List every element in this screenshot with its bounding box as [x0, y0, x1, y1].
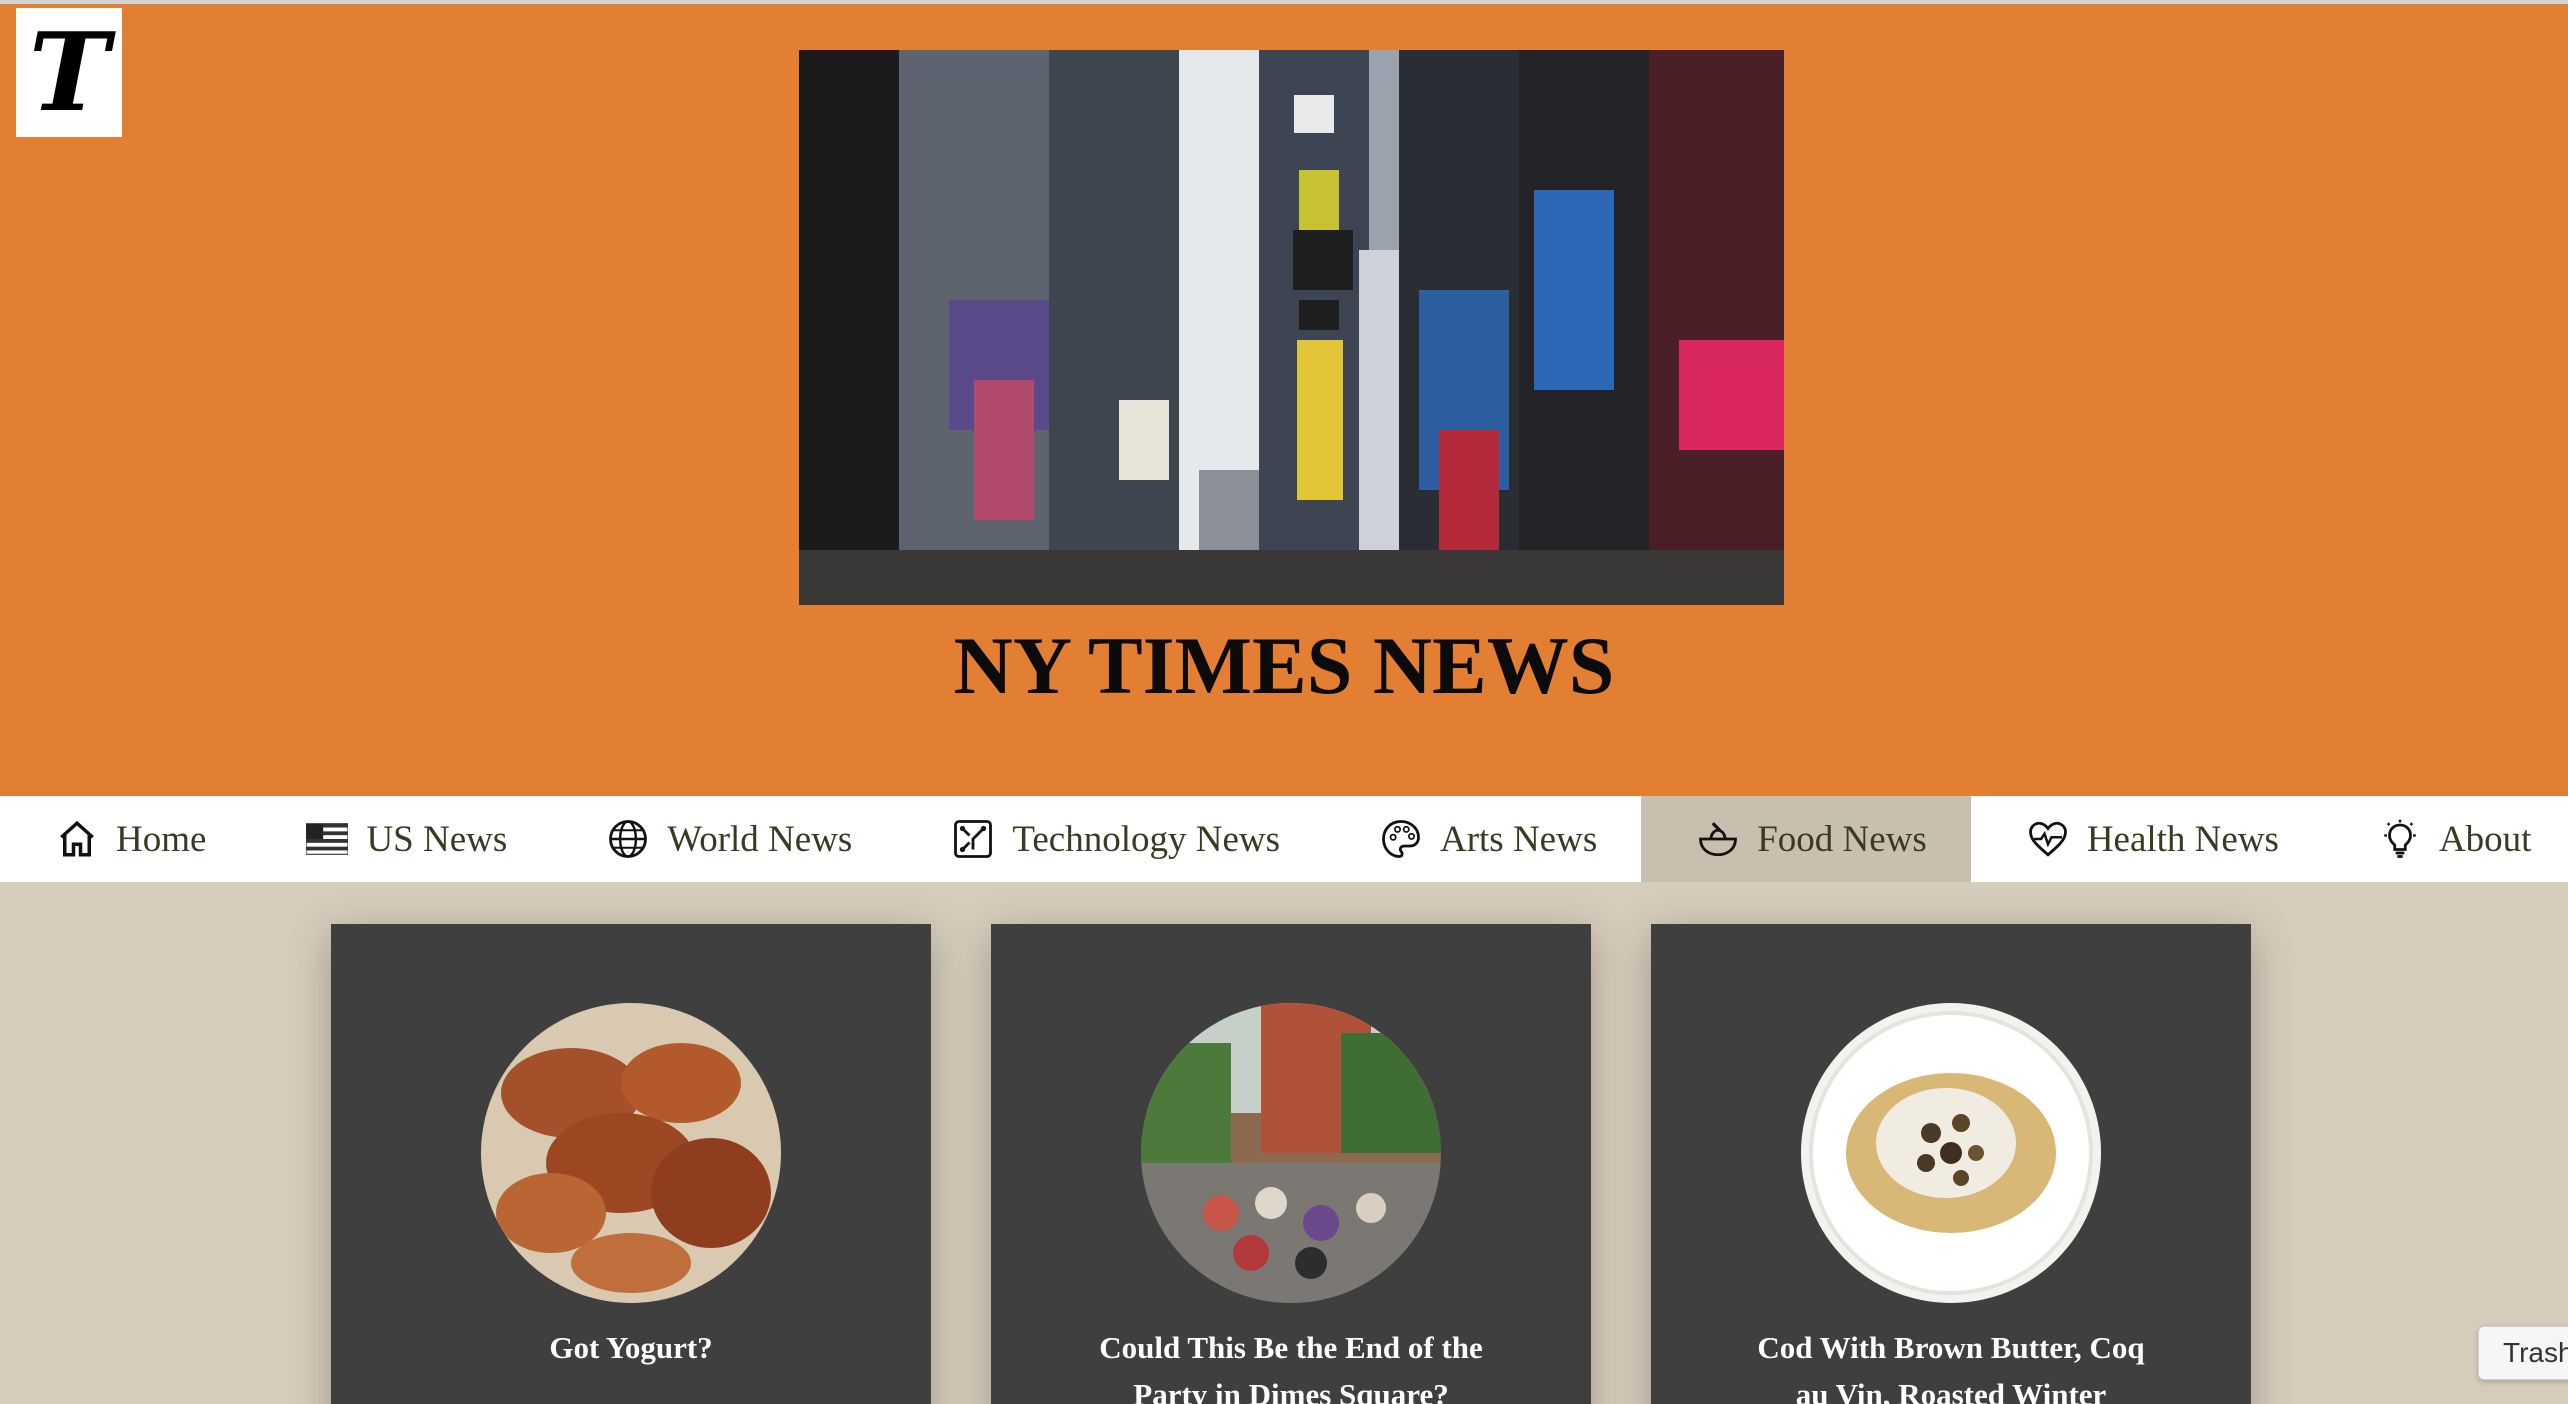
article-cards: Got Yogurt? Could This Be the End of the…: [0, 882, 2568, 1404]
palette-icon: [1380, 818, 1422, 860]
nav-item-label: Food News: [1757, 818, 1927, 860]
article-card[interactable]: Got Yogurt?: [331, 924, 931, 1404]
article-card[interactable]: Could This Be the End of the Party in Di…: [991, 924, 1591, 1404]
nav-item-technology-news[interactable]: Technology News: [896, 796, 1324, 882]
nav-item-arts-news[interactable]: Arts News: [1324, 796, 1641, 882]
lightbulb-icon: [2379, 818, 2421, 860]
street-party-photo[interactable]: [1141, 1003, 1441, 1303]
hero-banner: T NY TIMES NEWS: [0, 4, 2568, 796]
nyt-logo[interactable]: T: [16, 8, 122, 137]
globe-icon: [607, 818, 649, 860]
article-title[interactable]: Could This Be the End of the Party in Di…: [1031, 1324, 1551, 1404]
main-nav: Home US News World News Technology News …: [0, 796, 2568, 882]
site-title: NY TIMES NEWS: [953, 620, 1615, 711]
nav-item-label: World News: [667, 818, 853, 860]
us-flag-icon: [306, 818, 349, 860]
nav-item-home[interactable]: Home: [0, 796, 250, 882]
circuit-icon: [952, 818, 994, 860]
home-icon: [56, 818, 98, 860]
times-square-photo: [799, 50, 1784, 605]
nav-item-world-news[interactable]: World News: [551, 796, 896, 882]
article-card[interactable]: Cod With Brown Butter, Coq au Vin, Roast…: [1651, 924, 2251, 1404]
nav-item-us-news[interactable]: US News: [250, 796, 551, 882]
nav-item-label: Health News: [2086, 818, 2279, 860]
article-title[interactable]: Got Yogurt?: [371, 1324, 891, 1371]
cod-dish-photo[interactable]: [1801, 1003, 2101, 1303]
nav-item-label: About: [2438, 818, 2532, 860]
nav-item-food-news[interactable]: Food News: [1641, 796, 1971, 882]
nav-item-label: Technology News: [1012, 818, 1280, 860]
nav-item-health-news[interactable]: Health News: [1971, 796, 2323, 882]
roast-chicken-photo[interactable]: [481, 1003, 781, 1303]
heart-pulse-icon: [2027, 818, 2069, 860]
nav-item-label: Home: [116, 818, 207, 860]
nav-item-about[interactable]: About: [2323, 796, 2568, 882]
trash-tooltip: Trash: [2478, 1326, 2568, 1380]
food-bowl-icon: [1697, 818, 1739, 860]
nav-item-label: Arts News: [1439, 818, 1598, 860]
article-title[interactable]: Cod With Brown Butter, Coq au Vin, Roast…: [1691, 1324, 2211, 1404]
nav-item-label: US News: [366, 818, 508, 860]
